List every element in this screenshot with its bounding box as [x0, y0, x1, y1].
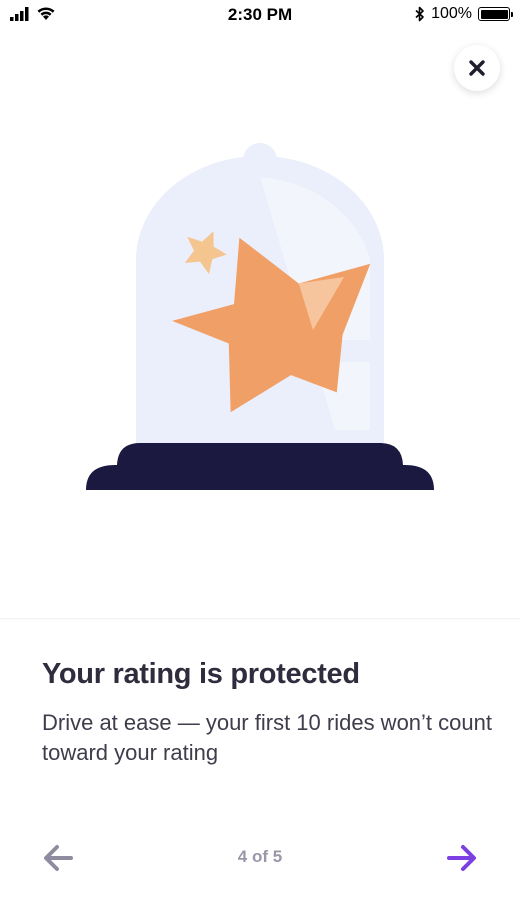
next-button[interactable] [444, 840, 480, 876]
battery-percentage: 100% [431, 5, 472, 22]
page-title: Your rating is protected [42, 658, 360, 690]
page-indicator: 4 of 5 [237, 847, 283, 866]
bluetooth-icon [415, 6, 424, 22]
star-dome-illustration [86, 143, 434, 490]
status-right: 100% [415, 5, 513, 23]
arrow-right-icon [447, 845, 476, 871]
card-divider [0, 618, 520, 620]
battery-icon [478, 7, 513, 21]
close-icon [469, 60, 485, 76]
dome-base [86, 443, 434, 490]
page-description: Drive at ease — your first 10 rides won’… [42, 710, 492, 765]
status-bar: 2:30 PM 100% [0, 0, 520, 30]
close-button[interactable] [454, 45, 500, 91]
